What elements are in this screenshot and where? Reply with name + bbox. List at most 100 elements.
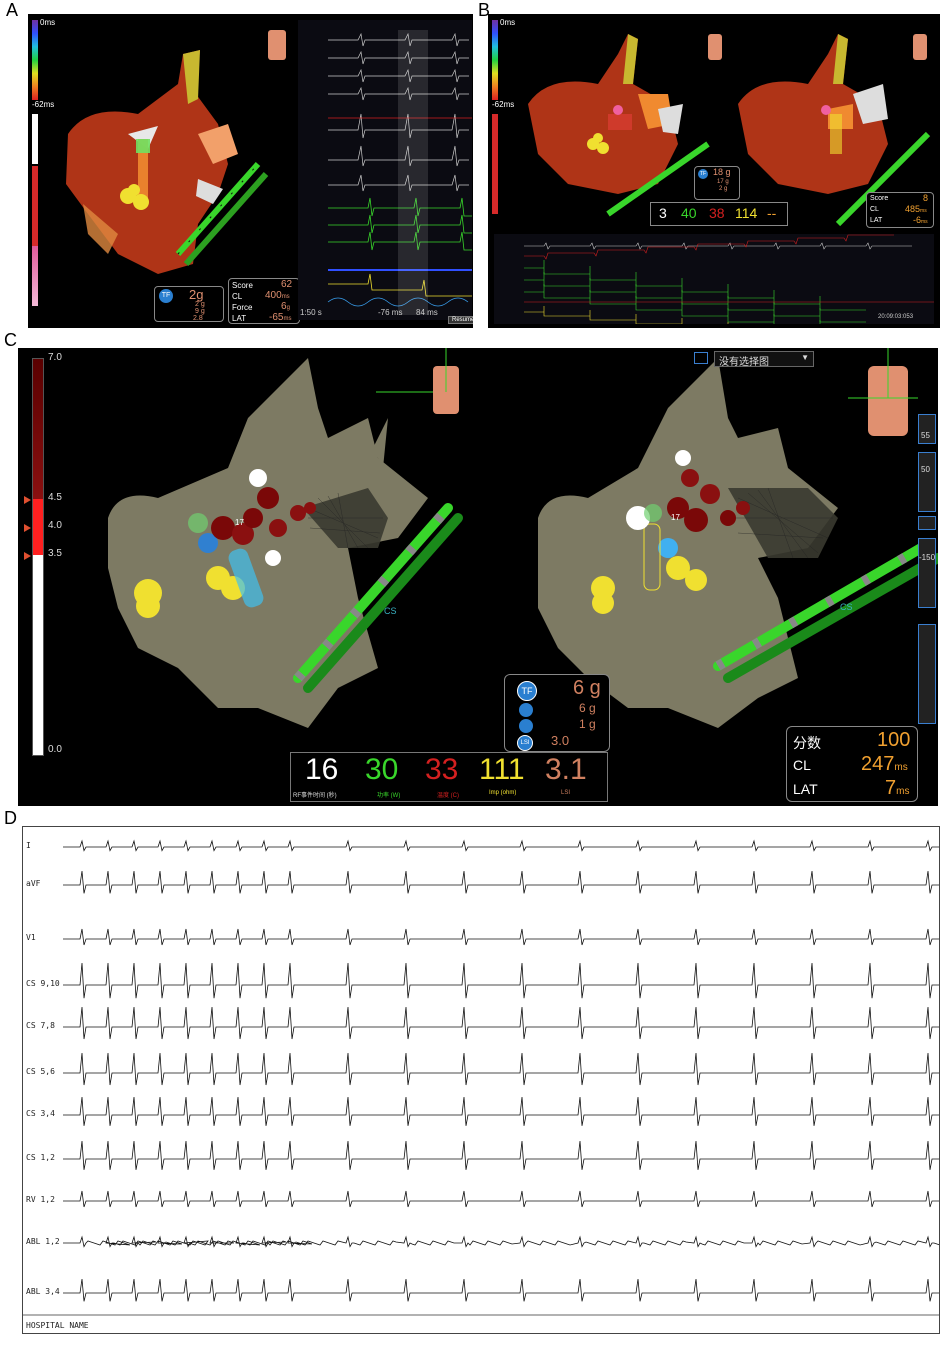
tf-icon-b: TF	[698, 169, 708, 179]
lead-label-i: I	[26, 841, 31, 850]
scale-tick-40: 4.0	[48, 520, 62, 531]
rf-temp-value: 33	[425, 753, 459, 786]
zoom-control[interactable]: 50	[918, 452, 936, 512]
tf-value-c: 6 g	[573, 677, 601, 699]
rf-imp-label: Imp (ohm)	[489, 790, 517, 796]
zoom-value: 50	[921, 465, 930, 474]
ecg-strip-d	[23, 839, 939, 1316]
contact-force-box-b: TF 18 g 17 g 2 g	[694, 166, 740, 200]
ablation-tag-left: 17	[235, 518, 244, 527]
tf-value: 2g	[189, 287, 204, 302]
tf-icon: TF	[159, 289, 173, 303]
rf-time-value: 16	[305, 753, 339, 786]
stats-box-b: Score 8 CL 485ms LAT -6ms	[866, 192, 934, 228]
lat-color-scale-b	[492, 20, 498, 100]
view-presets-panel[interactable]	[918, 624, 936, 724]
contact-v2: 9 g	[195, 308, 205, 315]
rf-parameters-box: 16 RF事件时间 (秒) 30 功率 (W) 33 温度 (C) 111 Im…	[290, 752, 608, 802]
lat-value-c: 7ms	[885, 777, 910, 799]
lead-label-v1: V1	[26, 933, 36, 942]
lead-label-avf: aVF	[26, 879, 41, 888]
scale-tick-0: 0.0	[48, 744, 62, 755]
ecg-viewer-b[interactable]: 20:09:03:053	[494, 234, 940, 328]
rf-time-b: 3	[659, 205, 667, 221]
pin-button[interactable]	[918, 516, 936, 530]
ecg-trace-1	[63, 870, 939, 894]
panel-c-carto-map: 7.0 4.5 4.0 3.5 0.0 17 CS 17 CS 没有选择图 ▼ …	[18, 348, 938, 806]
rf-lsi-label: LSI	[561, 790, 571, 796]
contact-force-box-c: TF 6 g 6 g 1 g LSI 3.0	[504, 674, 610, 752]
contact-v3: 2.8	[193, 315, 203, 322]
ecg-trace-10	[63, 1278, 939, 1302]
ecg-time-right-b: 20:09:03:053	[878, 314, 914, 320]
score-value-b: 8	[923, 193, 929, 203]
cl-value-b: 485ms	[905, 204, 927, 214]
marker-triangle	[24, 552, 31, 560]
score-value: 62	[281, 279, 293, 290]
force-axial-icon	[519, 719, 533, 733]
map-select-dropdown[interactable]: 没有选择图 ▼	[714, 351, 814, 368]
ecg-trace-3	[63, 962, 939, 999]
tilt-value: 55	[921, 431, 930, 440]
score-label-c: 分数	[793, 735, 821, 751]
rf-temp-b: 38	[709, 205, 725, 221]
contact-force-box-a: TF 2g 2 g 9 g 2.8	[154, 286, 224, 322]
ecg-trace-6	[63, 1096, 939, 1126]
clip-control[interactable]: -150	[918, 538, 936, 608]
map-list-icon[interactable]	[694, 352, 708, 364]
ablation-tag-right: 17	[671, 513, 680, 522]
cs-label-left: CS	[384, 606, 397, 616]
rf-time-label: RF事件时间 (秒)	[293, 793, 337, 799]
cl-label-b: CL	[870, 206, 879, 213]
panel-b-carto-map: 0ms -62ms TF 18 g 17 g 2 g 3 40 38 114 -…	[488, 14, 940, 328]
clip-value: -150	[919, 553, 936, 562]
score-label-b: Score	[870, 195, 889, 202]
ecg-viewer-a[interactable]: 1:50 s -76 ms 84 ms	[298, 20, 473, 320]
resume-button[interactable]: Resume	[448, 316, 473, 324]
lsi-value-c: 3.0	[551, 733, 570, 748]
marker-triangle	[24, 524, 31, 532]
contact-v1-c: 6 g	[579, 701, 596, 715]
lat-value: -65ms	[269, 312, 292, 323]
lat-value-b: -6ms	[913, 215, 928, 225]
force-value: 6g	[281, 301, 290, 312]
ecg-trace-9	[63, 1235, 939, 1248]
tf-value-b: 18 g	[713, 167, 731, 177]
ecg-trace-2	[63, 928, 939, 946]
hospital-name-footer: HOSPITAL NAME	[26, 1321, 89, 1330]
tilt-control[interactable]: 55	[918, 414, 936, 444]
cl-label-c: CL	[793, 757, 811, 773]
force-label: Force	[232, 303, 253, 312]
score-label: Score	[232, 281, 253, 290]
lead-label-rv12: RV 1,2	[26, 1195, 55, 1204]
panel-letter-c: C	[4, 330, 17, 350]
cl-value-c: 247ms	[861, 753, 908, 775]
ecg-time-mid: -76 ms	[378, 308, 403, 317]
rf-power-value: 30	[365, 753, 399, 786]
lat-label: LAT	[232, 314, 247, 323]
marker-triangle	[24, 496, 31, 504]
rf-power-b: 40	[681, 205, 697, 221]
ecg-trace-8	[63, 1190, 939, 1208]
ecg-trace-5	[63, 1052, 939, 1086]
panel-letter-d: D	[4, 808, 17, 828]
lead-label-cs78: CS 7,8	[26, 1021, 55, 1030]
force-vector-icon	[519, 703, 533, 717]
contact-v1-b: 17 g	[717, 179, 729, 185]
cl-value: 400ms	[265, 290, 290, 301]
ecg-time-right: 84 ms	[416, 308, 438, 317]
cs-label-right: CS	[840, 602, 853, 612]
chevron-down-icon: ▼	[801, 353, 809, 362]
ecg-trace-0	[63, 839, 939, 852]
lat-label-c: LAT	[793, 781, 818, 797]
lsi-icon: LSI	[517, 735, 533, 751]
lead-label-cs12: CS 1,2	[26, 1153, 55, 1162]
contact-v2-b: 2 g	[719, 186, 728, 192]
contact-v1: 2 g	[195, 301, 205, 308]
tf-icon-c: TF	[517, 681, 537, 701]
stats-box-c: 分数 100 CL 247ms LAT 7ms	[786, 726, 918, 802]
scale-tick-7: 7.0	[48, 352, 62, 363]
rf-imp-b: 114	[735, 205, 758, 221]
cl-label: CL	[232, 292, 243, 301]
rf-lsi-b: --	[767, 205, 777, 221]
